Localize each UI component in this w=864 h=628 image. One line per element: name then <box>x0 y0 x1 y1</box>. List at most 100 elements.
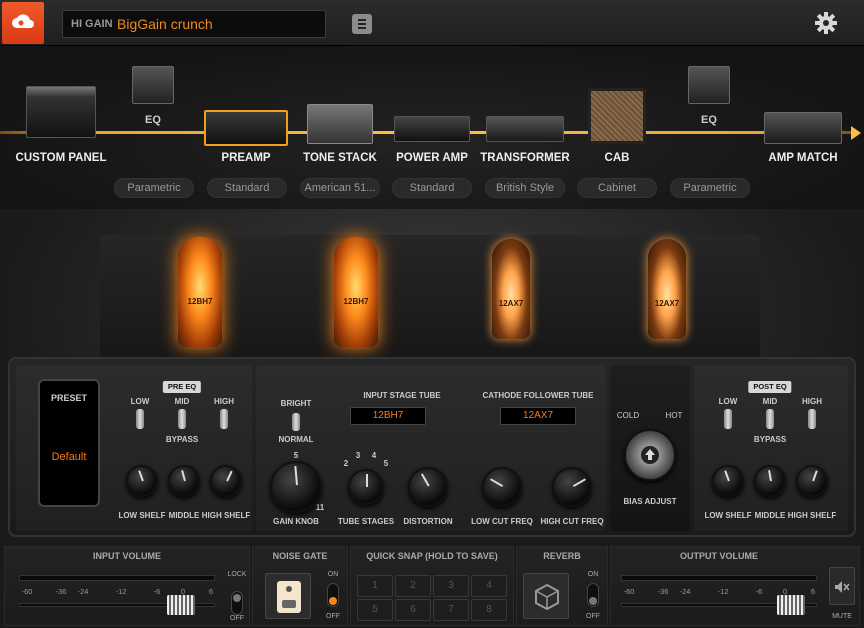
bias-hot-label: HOT <box>665 411 683 420</box>
eq-post-selector[interactable]: Parametric <box>670 178 750 198</box>
post-eq-mid-switch[interactable] <box>766 409 774 429</box>
low-cut-freq-knob[interactable] <box>482 467 522 507</box>
preamp-selector[interactable]: Standard <box>207 178 287 198</box>
snap-slot-2[interactable]: 2 <box>395 575 431 597</box>
eq-pre-module[interactable] <box>132 66 174 104</box>
chain-label-preamp: PREAMP <box>221 152 271 164</box>
cab-module[interactable] <box>588 88 646 144</box>
bias-adjust-knob[interactable] <box>624 429 676 481</box>
arrow-up-icon <box>641 446 659 464</box>
noise-gate-toggle[interactable] <box>327 583 339 607</box>
low-cut-freq-label: LOW CUT FREQ <box>471 517 533 526</box>
lock-toggle[interactable] <box>231 591 243 615</box>
gear-icon[interactable] <box>815 12 837 34</box>
eq-post-module[interactable] <box>688 66 730 104</box>
cab-selector[interactable]: Cabinet <box>577 178 657 198</box>
post-eq-middle-label: MIDDLE <box>754 511 786 520</box>
post-eq-mid-label: MID <box>762 397 778 406</box>
distortion-knob[interactable] <box>408 467 448 507</box>
chain-label-tone-stack: TONE STACK <box>303 152 377 164</box>
transformer-selector[interactable]: British Style <box>485 178 565 198</box>
preset-panel[interactable]: PRESET Default <box>38 379 100 507</box>
tone-stack-selector[interactable]: American 51... <box>300 178 380 198</box>
pre-eq-bypass-label: BYPASS <box>165 435 199 444</box>
eq-pre-selector[interactable]: Parametric <box>114 178 194 198</box>
mute-button[interactable] <box>829 567 855 605</box>
pre-eq-middle-knob[interactable] <box>168 465 200 497</box>
tube-stages-knob[interactable] <box>348 469 384 505</box>
snap-slot-4[interactable]: 4 <box>471 575 507 597</box>
pre-eq-low-shelf-label: LOW SHELF <box>118 511 166 520</box>
reverb-section: REVERB ON OFF <box>516 546 608 626</box>
transformer-module[interactable] <box>486 116 564 142</box>
reverb-pedal[interactable] <box>523 573 569 619</box>
menu-icon[interactable] <box>352 14 372 34</box>
output-volume-fader[interactable] <box>777 595 805 615</box>
preset-name: BigGain crunch <box>117 16 213 32</box>
post-eq-high-shelf-label: HIGH SHELF <box>787 511 837 520</box>
output-volume-section: OUTPUT VOLUME -60 -36 -24 -12 -6 0 6 MUT… <box>610 546 860 626</box>
output-level-meter <box>621 575 817 581</box>
custom-panel-module[interactable] <box>26 86 96 138</box>
pre-eq-mid-switch[interactable] <box>178 409 186 429</box>
post-eq-high-shelf-knob[interactable] <box>796 465 828 497</box>
gain-knob-label: GAIN KNOB <box>273 517 319 526</box>
high-cut-freq-knob[interactable] <box>552 467 592 507</box>
snap-slot-8[interactable]: 8 <box>471 599 507 621</box>
snap-slot-6[interactable]: 6 <box>395 599 431 621</box>
preset-selector[interactable]: HI GAIN BigGain crunch <box>62 10 326 38</box>
noise-gate-on-label: ON <box>327 571 339 578</box>
chain-label-eq-post: EQ <box>701 114 717 126</box>
bright-switch[interactable] <box>292 413 300 431</box>
amp-match-module[interactable] <box>764 112 842 144</box>
preamp-controls-section: BRIGHT NORMAL INPUT STAGE TUBE 12BH7 CAT… <box>256 365 606 531</box>
snap-slot-1[interactable]: 1 <box>357 575 393 597</box>
post-eq-low-shelf-knob[interactable] <box>712 465 744 497</box>
snap-slot-5[interactable]: 5 <box>357 599 393 621</box>
pre-eq-high-shelf-knob[interactable] <box>210 465 242 497</box>
input-scale-12: -12 <box>115 587 127 596</box>
input-volume-fader[interactable] <box>167 595 195 615</box>
cathode-display[interactable]: 12AX7 <box>500 407 576 425</box>
tube-1: 12BH7 <box>178 237 222 347</box>
top-bar: HI GAIN BigGain crunch <box>0 0 864 46</box>
pre-eq-low-shelf-knob[interactable] <box>126 465 158 497</box>
quick-snap-section: QUICK SNAP (HOLD TO SAVE) 1 2 3 4 5 6 7 … <box>350 546 514 626</box>
tone-stack-module[interactable] <box>307 104 373 144</box>
post-eq-low-label: LOW <box>718 397 738 406</box>
input-scale-36: -36 <box>55 587 67 596</box>
snap-slot-3[interactable]: 3 <box>433 575 469 597</box>
post-eq-bypass-label: BYPASS <box>753 435 787 444</box>
input-stage-display[interactable]: 12BH7 <box>350 407 426 425</box>
pre-eq-high-switch[interactable] <box>220 409 228 429</box>
pre-eq-low-switch[interactable] <box>136 409 144 429</box>
post-eq-badge: POST EQ <box>748 381 792 393</box>
reverb-cube-icon <box>535 584 559 610</box>
cloud-icon[interactable] <box>2 2 44 44</box>
tube-stages-label: TUBE STAGES <box>337 517 395 526</box>
bright-state-label: NORMAL <box>278 435 314 444</box>
input-scale-24: -24 <box>77 587 89 596</box>
noise-gate-pedal[interactable] <box>265 573 311 619</box>
tube-stage-scale-3: 3 <box>355 451 361 460</box>
post-eq-high-switch[interactable] <box>808 409 816 429</box>
chain-label-custom-panel: CUSTOM PANEL <box>15 152 107 164</box>
gain-knob[interactable] <box>270 461 322 513</box>
power-amp-module[interactable] <box>394 116 470 142</box>
post-eq-low-switch[interactable] <box>724 409 732 429</box>
output-scale-12: -12 <box>717 587 729 596</box>
reverb-toggle[interactable] <box>587 583 599 607</box>
mute-label: MUTE <box>832 613 852 620</box>
input-volume-section: INPUT VOLUME -60 -36 -24 -12 -6 0 6 LOCK… <box>4 546 250 626</box>
chain-label-transformer: TRANSFORMER <box>480 152 570 164</box>
preset-value: Default <box>51 451 87 463</box>
input-scale-plus6: 6 <box>208 587 214 596</box>
reverb-off-label: OFF <box>586 613 600 620</box>
lock-label: LOCK <box>227 571 247 578</box>
preamp-module[interactable] <box>204 110 288 146</box>
power-amp-selector[interactable]: Standard <box>392 178 472 198</box>
snap-slot-7[interactable]: 7 <box>433 599 469 621</box>
chain-label-eq-pre: EQ <box>145 114 161 126</box>
post-eq-middle-knob[interactable] <box>754 465 786 497</box>
pre-eq-section: PRESET Default PRE EQ LOW MID HIGH BYPAS… <box>16 365 252 531</box>
